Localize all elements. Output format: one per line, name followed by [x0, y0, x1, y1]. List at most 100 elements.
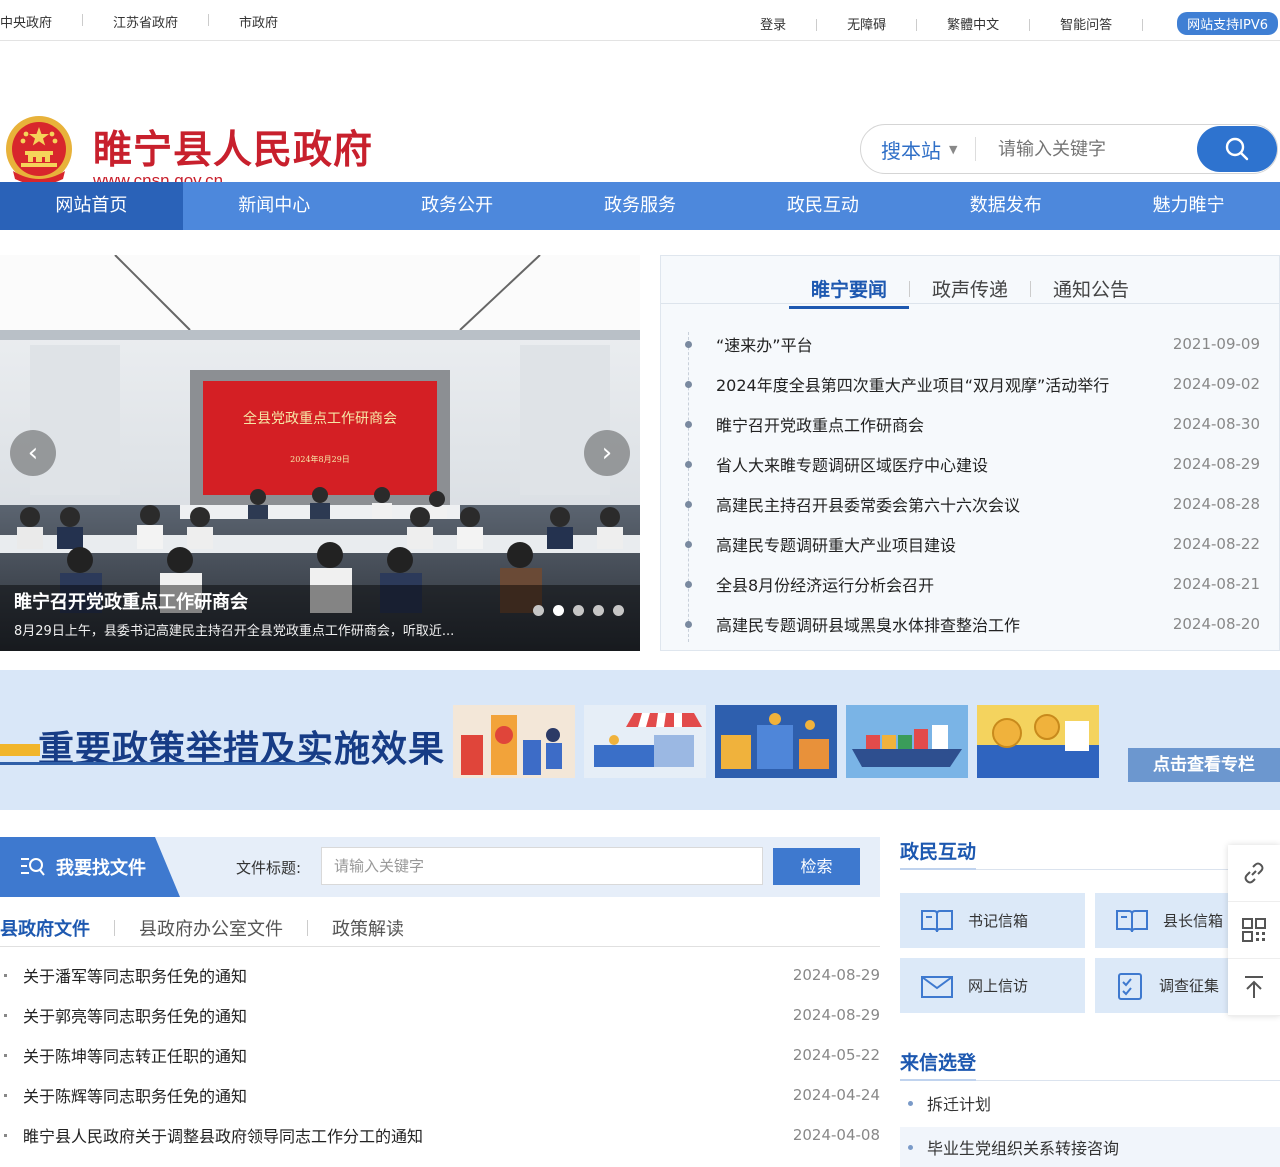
link-city-gov[interactable]: 市政府: [239, 12, 278, 31]
letter-title[interactable]: 毕业生党组织关系转接咨询: [927, 1135, 1119, 1159]
list-item[interactable]: “速来办”平台 2021-09-09: [685, 324, 1260, 364]
list-item[interactable]: 睢宁召开党政重点工作研商会 2024-08-30: [685, 404, 1260, 444]
file-title-input[interactable]: 请输入关键字: [321, 847, 763, 885]
news-date: 2024-09-02: [1172, 375, 1260, 393]
divider: [208, 14, 210, 26]
secretary-mailbox-button[interactable]: 书记信箱: [900, 893, 1085, 948]
tab-county-gov-docs[interactable]: 县政府文件: [0, 915, 114, 941]
list-item[interactable]: 毕业生党组织关系转接咨询: [900, 1127, 1280, 1167]
policy-banner[interactable]: 重要政策举措及实施效果 点击查看专栏: [0, 670, 1280, 810]
doc-title[interactable]: 关于潘军等同志职务任免的通知: [23, 963, 793, 987]
tab-notices[interactable]: 通知公告: [1031, 275, 1151, 302]
news-title[interactable]: “速来办”平台: [716, 332, 1173, 356]
chevron-right-icon: ›: [601, 438, 613, 468]
box-label: 书记信箱: [968, 912, 1029, 930]
nav-home[interactable]: 网站首页: [0, 182, 183, 230]
interaction-title[interactable]: 政民互动: [900, 837, 977, 870]
divider: [1029, 18, 1031, 31]
news-title[interactable]: 高建民专题调研重大产业项目建设: [716, 532, 1173, 556]
list-item[interactable]: 省人大来睢专题调研区域医疗中心建设 2024-08-29: [685, 444, 1260, 484]
news-title[interactable]: 全县8月份经济运行分析会召开: [716, 572, 1173, 596]
link-central-gov[interactable]: 中央政府: [0, 12, 52, 31]
news-title[interactable]: 高建民专题调研县域黑臭水体排查整治工作: [716, 612, 1173, 636]
news-title[interactable]: 2024年度全县第四次重大产业项目“双月观摩”活动举行: [716, 372, 1173, 396]
link-button[interactable]: [1228, 845, 1280, 902]
site-title[interactable]: 睢宁县人民政府: [93, 119, 373, 175]
accessibility-link[interactable]: 无障碍: [847, 14, 886, 33]
letter-title[interactable]: 拆迁计划: [927, 1091, 991, 1115]
bullet: [685, 340, 692, 348]
list-item[interactable]: 关于郭亮等同志职务任免的通知 2024-08-29: [0, 995, 880, 1035]
online-petition-button[interactable]: 网上信访: [900, 958, 1085, 1013]
search-input[interactable]: [976, 129, 1196, 169]
doc-title[interactable]: 关于郭亮等同志职务任免的通知: [23, 1003, 793, 1027]
qrcode-icon: [1242, 918, 1266, 942]
ipv6-badge: 网站支持IPV6: [1177, 12, 1278, 35]
doc-date: 2024-08-29: [792, 1006, 880, 1024]
doc-title[interactable]: 关于陈坤等同志转正任职的通知: [23, 1043, 793, 1067]
tab-county-office-docs[interactable]: 县政府办公室文件: [115, 915, 307, 941]
nav-interaction[interactable]: 政民互动: [731, 182, 914, 230]
carousel-prev-button[interactable]: ‹: [10, 430, 56, 476]
letters-title[interactable]: 来信选登: [900, 1048, 977, 1081]
traditional-chinese-link[interactable]: 繁體中文: [947, 14, 999, 33]
list-item[interactable]: 拆迁计划: [900, 1083, 1280, 1123]
doc-date: 2024-05-22: [792, 1046, 880, 1064]
bullet: [685, 460, 692, 468]
box-label: 网上信访: [968, 977, 1029, 995]
news-date: 2024-08-30: [1172, 415, 1260, 433]
nav-charm[interactable]: 魅力睢宁: [1097, 182, 1280, 230]
doc-search-bar: 我要找文件 文件标题: 请输入关键字 检索: [0, 837, 880, 897]
doc-title[interactable]: 睢宁县人民政府关于调整县政府领导同志工作分工的通知: [23, 1123, 793, 1147]
list-item[interactable]: 高建民主持召开县委常委会第六十六次会议 2024-08-28: [685, 484, 1260, 524]
list-item[interactable]: 关于潘军等同志职务任免的通知 2024-08-29: [0, 955, 880, 995]
nav-news[interactable]: 新闻中心: [183, 182, 366, 230]
list-item[interactable]: 睢宁县人民政府关于调整县政府领导同志工作分工的通知 2024-04-08: [0, 1115, 880, 1155]
news-title[interactable]: 省人大来睢专题调研区域医疗中心建设: [716, 452, 1173, 476]
back-to-top-button[interactable]: [1228, 959, 1280, 1016]
news-date: 2024-08-21: [1172, 575, 1260, 593]
box-label: 调查征集: [1159, 977, 1220, 995]
nav-gov-services[interactable]: 政务服务: [549, 182, 732, 230]
qrcode-button[interactable]: [1228, 902, 1280, 959]
bullet: [685, 500, 692, 508]
nav-data[interactable]: 数据发布: [914, 182, 1097, 230]
doc-search-button[interactable]: 检索: [773, 848, 860, 885]
carousel-dot[interactable]: [533, 605, 544, 616]
carousel-dot-active[interactable]: [553, 605, 564, 616]
list-item[interactable]: 2024年度全县第四次重大产业项目“双月观摩”活动举行 2024-09-02: [685, 364, 1260, 404]
top-bar: 中央政府 江苏省政府 市政府 登录 无障碍 繁體中文 智能问答 网站支持IPV6: [0, 0, 1280, 41]
doc-title[interactable]: 关于陈辉等同志职务任免的通知: [23, 1083, 793, 1107]
news-title[interactable]: 睢宁召开党政重点工作研商会: [716, 412, 1173, 436]
search-icon: [1225, 137, 1249, 161]
view-column-button[interactable]: 点击查看专栏: [1128, 748, 1280, 782]
decor-bar: [0, 744, 40, 756]
bullet: [4, 973, 7, 977]
search-scope-select[interactable]: 搜本站 ▼: [861, 135, 975, 164]
link-province-gov[interactable]: 江苏省政府: [113, 12, 178, 31]
arrow-up-icon: [1245, 976, 1263, 998]
news-date: 2024-08-20: [1172, 615, 1260, 633]
list-item[interactable]: 高建民专题调研重大产业项目建设 2024-08-22: [685, 524, 1260, 564]
carousel-dot[interactable]: [593, 605, 604, 616]
news-date: 2024-08-29: [1172, 455, 1260, 473]
divider: [916, 18, 918, 31]
carousel-dot[interactable]: [613, 605, 624, 616]
news-title[interactable]: 高建民主持召开县委常委会第六十六次会议: [716, 492, 1173, 516]
smart-qa-link[interactable]: 智能问答: [1060, 14, 1112, 33]
list-item[interactable]: 高建民专题调研县域黑臭水体排查整治工作 2024-08-20: [685, 604, 1260, 644]
carousel-next-button[interactable]: ›: [584, 430, 630, 476]
tab-policy-interpretation[interactable]: 政策解读: [308, 915, 428, 941]
list-item[interactable]: 关于陈坤等同志转正任职的通知 2024-05-22: [0, 1035, 880, 1075]
bullet: [685, 580, 692, 588]
tab-gov-voice[interactable]: 政声传递: [910, 275, 1030, 302]
list-item[interactable]: 全县8月份经济运行分析会召开 2024-08-21: [685, 564, 1260, 604]
login-link[interactable]: 登录: [760, 14, 786, 33]
list-item[interactable]: 关于陈辉等同志职务任免的通知 2024-04-24: [0, 1075, 880, 1115]
divider: [661, 303, 1279, 304]
nav-gov-affairs[interactable]: 政务公开: [366, 182, 549, 230]
bullet: [908, 1144, 913, 1150]
search-button[interactable]: [1197, 126, 1277, 172]
carousel-dot[interactable]: [573, 605, 584, 616]
carousel-caption-title[interactable]: 睢宁召开党政重点工作研商会: [14, 588, 248, 614]
